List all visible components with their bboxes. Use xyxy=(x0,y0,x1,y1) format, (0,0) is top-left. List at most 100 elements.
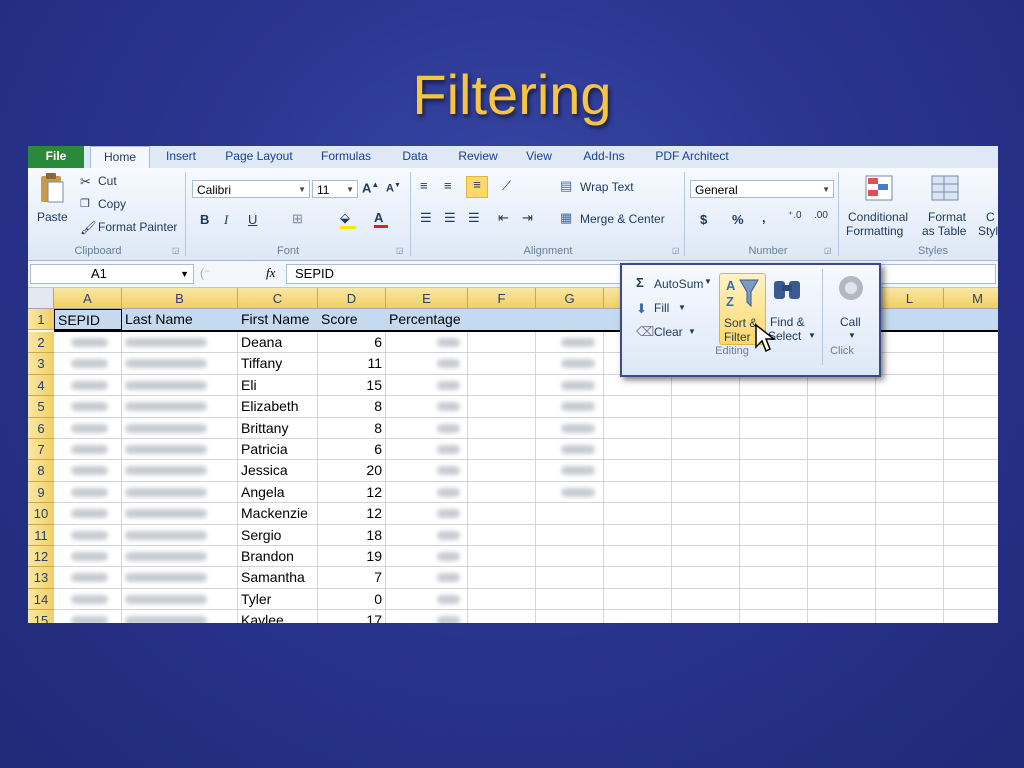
cell-first-name[interactable]: Mackenzie xyxy=(238,503,318,525)
cell-sepid[interactable] xyxy=(54,417,122,439)
cell-empty[interactable] xyxy=(672,567,740,589)
cell-empty[interactable] xyxy=(876,332,944,354)
cell-a1[interactable]: SEPID xyxy=(54,309,122,331)
cell-percentage[interactable] xyxy=(386,332,468,354)
cell-sepid[interactable] xyxy=(54,503,122,525)
cell-empty[interactable] xyxy=(604,396,672,418)
cell-first-name[interactable]: Sergio xyxy=(238,524,318,546)
cell-empty[interactable] xyxy=(944,525,998,546)
row-header[interactable]: 6 xyxy=(28,417,54,439)
cell-empty[interactable] xyxy=(740,546,808,568)
row-header-1[interactable]: 1 xyxy=(28,309,54,331)
cell-percentage[interactable] xyxy=(386,396,468,418)
cell-empty[interactable] xyxy=(808,439,876,461)
decrease-decimal-icon[interactable]: .00 xyxy=(814,210,828,221)
cell-g[interactable] xyxy=(536,567,604,589)
cell-last-name[interactable] xyxy=(122,396,238,418)
cell-d1[interactable]: Score xyxy=(318,309,386,331)
cell-g[interactable] xyxy=(536,546,604,568)
cell-empty[interactable] xyxy=(808,588,876,611)
column-header-f[interactable]: F xyxy=(468,288,536,309)
cell-g[interactable] xyxy=(536,588,604,611)
cell-empty[interactable] xyxy=(740,567,808,589)
align-left-icon[interactable]: ☰ xyxy=(420,210,432,226)
orientation-icon[interactable]: ⟋ xyxy=(502,178,511,194)
cell-score[interactable]: 12 xyxy=(318,481,386,504)
cell-empty[interactable] xyxy=(672,588,740,611)
font-color-icon[interactable]: A xyxy=(374,210,388,228)
cell-empty[interactable] xyxy=(808,546,876,568)
tab-pdf-architect[interactable]: PDF Architect xyxy=(646,146,738,168)
percent-icon[interactable]: % xyxy=(732,212,744,227)
row-header[interactable]: 14 xyxy=(28,588,54,611)
cell-sepid[interactable] xyxy=(54,481,122,504)
cell-last-name[interactable] xyxy=(122,610,238,623)
cell-empty[interactable] xyxy=(604,524,672,546)
column-header-d[interactable]: D xyxy=(318,288,386,309)
cell-last-name[interactable] xyxy=(122,503,238,525)
cell-sepid[interactable] xyxy=(54,460,122,482)
format-painter-button[interactable]: Format Painter xyxy=(98,220,177,234)
align-middle-icon[interactable]: ≡ xyxy=(444,178,452,193)
cell-styles-button[interactable]: C xyxy=(986,210,995,224)
cell-empty[interactable] xyxy=(944,546,998,568)
cell-g[interactable] xyxy=(536,439,604,461)
cell-score[interactable]: 18 xyxy=(318,524,386,546)
decrease-indent-icon[interactable]: ⇤ xyxy=(498,210,509,226)
cell-empty[interactable] xyxy=(604,503,672,525)
cell-empty[interactable] xyxy=(468,503,536,525)
tab-review[interactable]: Review xyxy=(450,146,506,168)
cell-empty[interactable] xyxy=(672,546,740,568)
cell-first-name[interactable]: Patricia xyxy=(238,439,318,461)
cell-sepid[interactable] xyxy=(54,396,122,418)
row-header[interactable]: 4 xyxy=(28,374,54,397)
cell-c1[interactable]: First Name xyxy=(238,309,318,331)
cell-empty[interactable] xyxy=(672,524,740,546)
column-header-m[interactable]: M xyxy=(944,288,998,309)
cell-empty[interactable] xyxy=(944,353,998,375)
cell-sepid[interactable] xyxy=(54,439,122,461)
cell-sepid[interactable] xyxy=(54,610,122,623)
cell-first-name[interactable]: Deana xyxy=(238,332,318,354)
cell-empty[interactable] xyxy=(672,417,740,439)
format-as-table-button[interactable]: Format xyxy=(928,210,966,224)
decrease-font-icon[interactable]: A▼ xyxy=(386,182,401,195)
cell-empty[interactable] xyxy=(604,610,672,623)
cell-empty[interactable] xyxy=(740,374,808,397)
cell-percentage[interactable] xyxy=(386,374,468,397)
row-header[interactable]: 5 xyxy=(28,396,54,418)
borders-icon[interactable]: ⊞ xyxy=(292,211,303,227)
align-center-icon[interactable]: ☰ xyxy=(444,210,456,226)
cell-percentage[interactable] xyxy=(386,567,468,589)
cell-empty[interactable] xyxy=(672,503,740,525)
cell-percentage[interactable] xyxy=(386,460,468,482)
cell-empty[interactable] xyxy=(468,610,536,623)
cell-last-name[interactable] xyxy=(122,567,238,589)
cell-empty[interactable] xyxy=(808,417,876,439)
cell-empty[interactable] xyxy=(944,375,998,397)
cell-score[interactable]: 7 xyxy=(318,567,386,589)
italic-icon[interactable]: I xyxy=(224,212,228,228)
cell-empty[interactable] xyxy=(740,417,808,439)
cell-score[interactable]: 0 xyxy=(318,588,386,611)
cell-score[interactable]: 8 xyxy=(318,396,386,418)
cell-empty[interactable] xyxy=(604,439,672,461)
cell-last-name[interactable] xyxy=(122,481,238,504)
tab-file[interactable]: File xyxy=(28,146,84,168)
cell-first-name[interactable]: Tyler xyxy=(238,588,318,611)
cell-percentage[interactable] xyxy=(386,353,468,375)
cell-g[interactable] xyxy=(536,332,604,354)
fill-button[interactable]: Fill xyxy=(654,301,669,315)
fill-color-icon[interactable]: ⬙ xyxy=(340,210,356,229)
insert-function-icon[interactable]: fx xyxy=(266,265,275,281)
clipboard-launcher-icon[interactable]: ◲ xyxy=(172,246,180,255)
paste-icon[interactable] xyxy=(38,172,66,206)
cell-empty[interactable] xyxy=(808,374,876,397)
cell-last-name[interactable] xyxy=(122,460,238,482)
cell-empty[interactable] xyxy=(944,418,998,439)
cell-last-name[interactable] xyxy=(122,332,238,354)
cell-empty[interactable] xyxy=(740,524,808,546)
tab-formulas[interactable]: Formulas xyxy=(314,146,378,168)
cell-b1[interactable]: Last Name xyxy=(122,309,238,331)
cell-last-name[interactable] xyxy=(122,417,238,439)
